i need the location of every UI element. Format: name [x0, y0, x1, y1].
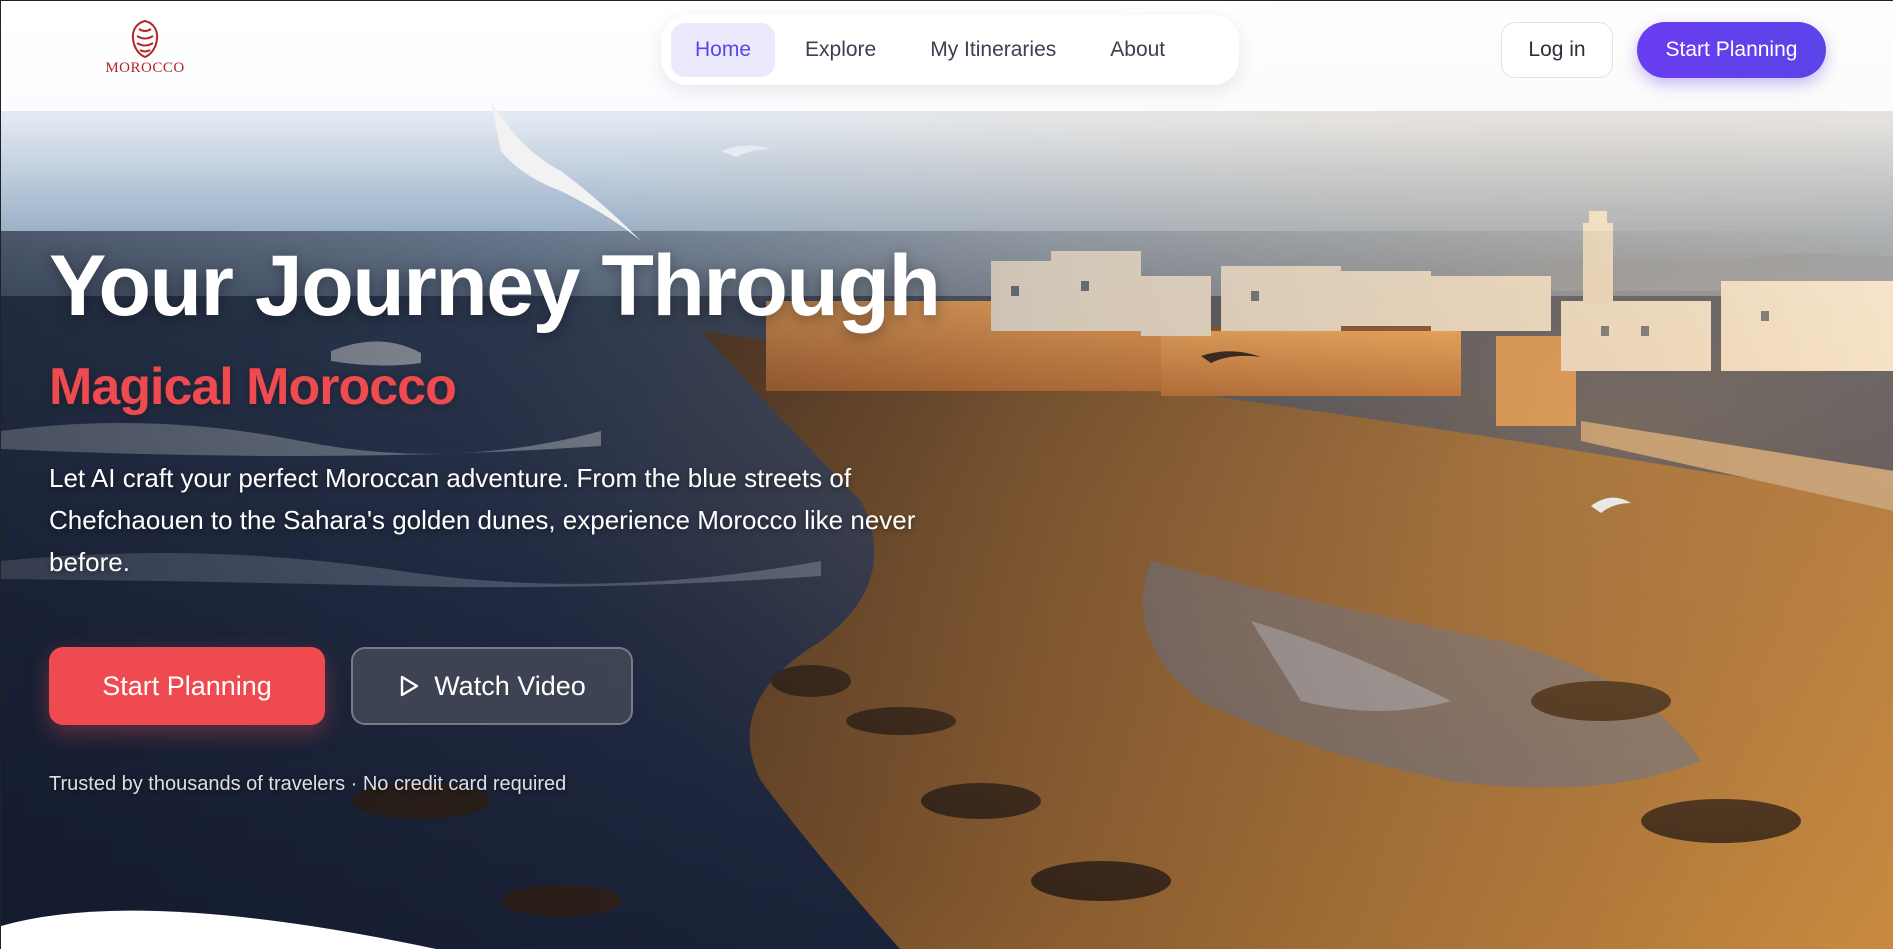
watch-video-label: Watch Video	[434, 670, 586, 701]
trust-line: Trusted by thousands of travelers · No c…	[49, 773, 567, 795]
top-navbar: MOROCCO Home Explore My Itineraries Abou…	[1, 1, 1893, 101]
nav-item-explore[interactable]: Explore	[781, 23, 900, 77]
main-nav: Home Explore My Itineraries About	[661, 15, 1239, 85]
start-planning-button[interactable]: Start Planning	[49, 647, 325, 725]
nav-item-my-itineraries[interactable]: My Itineraries	[906, 23, 1080, 77]
login-button[interactable]: Log in	[1501, 22, 1613, 78]
hero-headline: Your Journey Through	[49, 238, 941, 334]
morocco-emblem-icon	[131, 19, 159, 59]
hero-subheadline: Magical Morocco	[49, 358, 457, 416]
section-wave-divider	[1, 910, 437, 949]
brand-logo[interactable]: MOROCCO	[99, 19, 191, 83]
play-icon	[401, 675, 419, 697]
watch-video-button[interactable]: Watch Video	[351, 647, 633, 725]
start-planning-header-button[interactable]: Start Planning	[1637, 22, 1826, 78]
nav-item-about[interactable]: About	[1086, 23, 1189, 77]
hero-description: Let AI craft your perfect Moroccan adven…	[49, 463, 916, 577]
nav-item-home[interactable]: Home	[671, 23, 776, 77]
brand-logo-text: MOROCCO	[105, 60, 185, 76]
